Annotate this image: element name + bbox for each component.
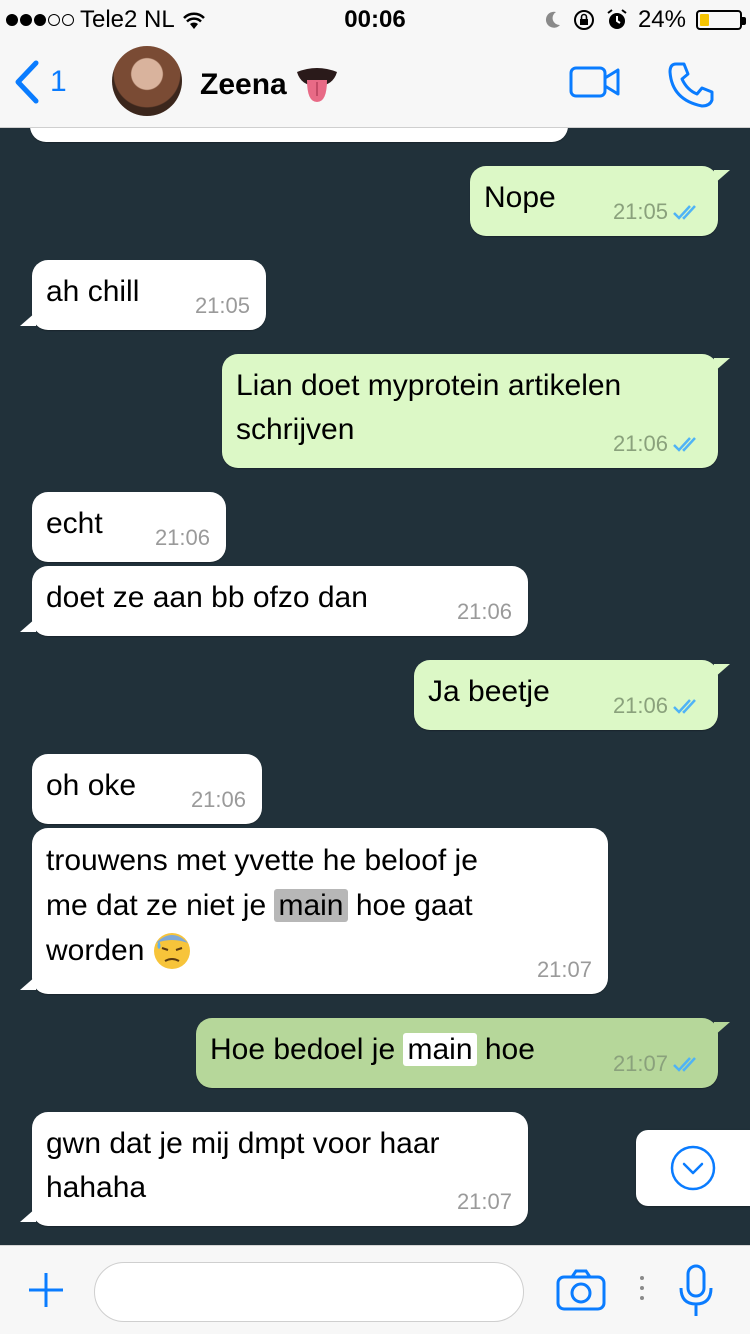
double-check-icon [673, 1057, 696, 1072]
message-text: oh oke [46, 769, 137, 802]
message-text: echt [46, 507, 103, 540]
avatar[interactable] [112, 46, 182, 116]
double-check-icon [673, 437, 696, 452]
contact-info[interactable]: Zeena [200, 66, 339, 104]
message-incoming[interactable]: trouwens met yvette he beloof je me dat … [20, 828, 608, 994]
message-input[interactable] [94, 1262, 524, 1322]
message-text: Ja beetje [428, 675, 550, 708]
message-input-bar [0, 1245, 750, 1334]
double-check-icon [673, 205, 696, 220]
message-text-line: Lian doet myprotein artikelen [236, 369, 622, 402]
message-incoming[interactable]: oh oke 21:06 [32, 754, 262, 824]
alarm-icon [607, 9, 627, 29]
video-call-icon[interactable] [568, 60, 622, 104]
message-text-segment: hoe [476, 1033, 535, 1066]
downcast-sweat-emoji-icon [154, 932, 191, 969]
message-text-segment: worden [46, 934, 145, 967]
message-text-line: trouwens met yvette he beloof je [46, 844, 478, 877]
message-time: 21:06 [612, 693, 668, 719]
message-text-line: worden [46, 928, 594, 973]
message-time: 21:06 [154, 525, 210, 551]
rotation-lock-icon [573, 10, 594, 30]
message-text-segment: hoe gaat [347, 889, 473, 922]
battery-percentage: 24% [637, 6, 686, 33]
battery-level-fill [700, 14, 710, 26]
message-time: 21:06 [190, 787, 246, 813]
microphone-icon[interactable] [678, 1264, 714, 1320]
contact-name: Zeena [200, 68, 287, 101]
message-text: ah chill [46, 275, 140, 308]
message-outgoing[interactable]: Lian doet myprotein artikelen schrijven … [222, 354, 730, 468]
message-outgoing[interactable]: Ja beetje 21:06 [414, 660, 730, 730]
message-text: Nope [484, 181, 556, 214]
chevron-down-circle-icon [670, 1145, 716, 1191]
message-time: 21:07 [612, 1051, 668, 1077]
plus-icon[interactable] [26, 1270, 66, 1310]
camera-icon[interactable] [556, 1268, 606, 1312]
message-text-line: gwn dat je mij dmpt voor haar [46, 1127, 440, 1160]
unread-count: 1 [50, 65, 67, 98]
message-list[interactable]: Nope 21:05 ah chill 21:05 Lian doet mypr… [0, 128, 750, 1245]
battery-icon [696, 10, 746, 30]
more-dots-icon [640, 1276, 644, 1300]
message-text-line: me dat ze niet je main hoe gaat [46, 883, 594, 928]
message-incoming[interactable]: echt 21:06 [32, 492, 226, 562]
highlighted-word: main [403, 1033, 477, 1066]
message-time: 21:06 [456, 599, 512, 625]
back-button[interactable]: 1 [14, 60, 67, 104]
message-text-segment: me dat ze niet je [46, 889, 275, 922]
message-text: doet ze aan bb ofzo dan [46, 581, 368, 614]
message-time: 21:05 [194, 293, 250, 319]
message-time: 21:06 [612, 431, 668, 457]
highlighted-word: main [274, 889, 348, 922]
message-incoming[interactable]: doet ze aan bb ofzo dan 21:06 [20, 566, 528, 636]
message-text-line: hahaha [46, 1170, 147, 1204]
message-outgoing[interactable]: Nope 21:05 [470, 166, 730, 236]
status-bar: Tele2 NL 00:06 24% [0, 0, 750, 40]
chevron-left-icon [15, 60, 39, 104]
partial-message-bubble[interactable] [30, 128, 568, 142]
double-check-icon [673, 699, 696, 714]
phone-call-icon[interactable] [666, 60, 716, 110]
message-time: 21:07 [456, 1189, 512, 1215]
tongue-out-emoji-icon [296, 68, 337, 102]
message-time: 21:05 [612, 199, 668, 225]
message-text-segment: Hoe bedoel je [210, 1033, 404, 1066]
message-incoming[interactable]: ah chill 21:05 [20, 260, 266, 330]
message-time: 21:07 [536, 957, 592, 982]
scroll-to-bottom-button[interactable] [636, 1130, 750, 1206]
chat-header: 1 Zeena [0, 40, 750, 128]
moon-icon [545, 11, 560, 28]
message-outgoing-selected[interactable]: Hoe bedoel je main hoe 21:07 [196, 1018, 730, 1088]
message-incoming[interactable]: gwn dat je mij dmpt voor haar hahaha 21:… [20, 1112, 528, 1226]
